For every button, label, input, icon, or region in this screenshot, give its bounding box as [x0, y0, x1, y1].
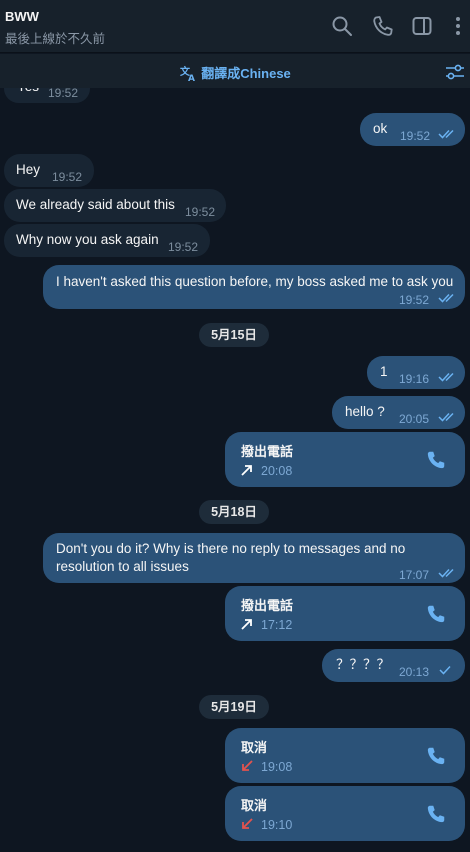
- message-bubble[interactable]: Hey 19:52: [4, 154, 94, 187]
- message-bubble[interactable]: Yes 19:52: [4, 88, 90, 103]
- message-time: 20:05: [399, 412, 430, 426]
- message-time: 19:16: [399, 372, 430, 386]
- message-time: 19:52: [48, 88, 79, 100]
- call-time: 17:12: [261, 618, 293, 632]
- call-message[interactable]: 取消 19:08: [225, 728, 465, 783]
- call-message[interactable]: 撥出電話 17:12: [225, 586, 465, 641]
- message-time: 19:52: [400, 129, 431, 143]
- message-text: We already said about this: [16, 197, 175, 212]
- message-time: 19:52: [52, 170, 83, 184]
- message-time: 19:52: [168, 240, 199, 254]
- cancelled-call-arrow-icon: [242, 760, 253, 771]
- double-check-icon: [438, 293, 454, 303]
- message-text: 1: [380, 364, 388, 379]
- message-bubble[interactable]: Don't you do it? Why is there no reply t…: [43, 533, 465, 583]
- double-check-icon: [438, 568, 454, 578]
- message-bubble[interactable]: Why now you ask again 19:52: [4, 224, 210, 257]
- message-time: 19:52: [399, 293, 430, 307]
- message-text-line-1: Don't you do it? Why is there no reply t…: [56, 541, 406, 556]
- more-icon[interactable]: [446, 14, 470, 38]
- translate-bar: 文A 翻譯成Chinese: [0, 54, 470, 88]
- message-bubble[interactable]: I haven't asked this question before, my…: [43, 265, 465, 309]
- translate-icon: 文A: [179, 64, 197, 85]
- call-title: 撥出電話: [241, 598, 294, 613]
- date-separator: 5月19日: [199, 695, 269, 719]
- double-check-icon: [438, 412, 454, 422]
- message-time: 20:13: [399, 665, 430, 679]
- message-list[interactable]: Yes 19:52 ok 19:52 Hey 19:52 We already …: [0, 88, 470, 852]
- call-back-phone-icon[interactable]: [425, 803, 447, 825]
- call-time: 20:08: [261, 464, 293, 478]
- double-check-icon: [438, 372, 454, 382]
- call-back-phone-icon[interactable]: [425, 745, 447, 767]
- call-title: 取消: [241, 798, 268, 813]
- phone-icon[interactable]: [371, 14, 395, 38]
- message-bubble[interactable]: ok 19:52: [360, 113, 465, 146]
- cancelled-call-arrow-icon: [242, 818, 253, 829]
- message-text: I haven't asked this question before, my…: [56, 274, 454, 289]
- message-bubble[interactable]: We already said about this 19:52: [4, 189, 226, 222]
- message-text: hello ?: [345, 404, 385, 419]
- search-icon[interactable]: [330, 14, 354, 38]
- outgoing-call-arrow-icon: [241, 465, 252, 476]
- message-bubble[interactable]: hello ? 20:05: [332, 396, 465, 429]
- call-title: 撥出電話: [241, 444, 294, 459]
- call-time: 19:10: [261, 818, 293, 832]
- call-message[interactable]: 取消 19:10: [225, 786, 465, 841]
- chat-header: BWW 最後上線於不久前: [0, 0, 470, 53]
- message-text: ？？？？: [336, 657, 390, 672]
- date-separator: 5月15日: [199, 323, 269, 347]
- call-title: 取消: [241, 740, 268, 755]
- call-time: 19:08: [261, 760, 293, 774]
- call-back-phone-icon[interactable]: [425, 449, 447, 471]
- sliders-icon[interactable]: [444, 61, 466, 83]
- translate-label: 翻譯成Chinese: [201, 66, 291, 81]
- single-check-icon: [439, 665, 451, 675]
- call-message[interactable]: 撥出電話 20:08: [225, 432, 465, 487]
- outgoing-call-arrow-icon: [241, 619, 252, 630]
- message-text: Hey: [16, 162, 41, 177]
- message-bubble[interactable]: ？？？？ 20:13: [322, 649, 465, 682]
- message-time: 19:52: [185, 205, 216, 219]
- message-time: 17:07: [399, 568, 430, 582]
- message-text: Yes: [17, 88, 39, 96]
- date-separator: 5月18日: [199, 500, 269, 524]
- translate-button[interactable]: 文A 翻譯成Chinese: [0, 63, 470, 85]
- sidebar-toggle-icon[interactable]: [410, 14, 434, 38]
- last-seen-status: 最後上線於不久前: [5, 32, 106, 46]
- svg-text:A: A: [188, 74, 195, 82]
- message-bubble[interactable]: 1 19:16: [367, 356, 465, 389]
- message-text-line-2: resolution to all issues: [56, 559, 189, 574]
- double-check-icon: [438, 129, 454, 139]
- message-text: ok: [373, 121, 388, 136]
- call-back-phone-icon[interactable]: [425, 603, 447, 625]
- chat-title[interactable]: BWW: [5, 9, 39, 24]
- message-text: Why now you ask again: [16, 232, 159, 247]
